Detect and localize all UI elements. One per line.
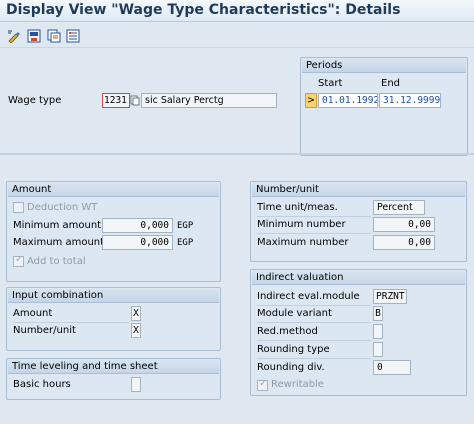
add-to-total-checkbox[interactable] bbox=[13, 254, 24, 267]
period-end-field[interactable]: 31.12.9999 bbox=[379, 93, 441, 108]
minimum-amount-field[interactable]: 0,000 bbox=[102, 218, 173, 233]
periods-title: Periods bbox=[302, 59, 466, 73]
period-row-selector[interactable]: > bbox=[305, 93, 317, 108]
section-divider bbox=[0, 153, 474, 155]
window-title: Display View "Wage Type Characteristics"… bbox=[6, 2, 401, 18]
red-method-field[interactable] bbox=[373, 324, 383, 339]
maximum-amount-label: Maximum amount bbox=[13, 237, 105, 248]
add-to-total-label: Add to total bbox=[27, 256, 86, 267]
basic-hours-field[interactable] bbox=[131, 377, 141, 392]
module-variant-label: Module variant bbox=[257, 308, 332, 319]
minimum-number-label: Minimum number bbox=[257, 219, 346, 230]
title-bar: Display View "Wage Type Characteristics"… bbox=[0, 0, 474, 22]
period-end-label: End bbox=[381, 78, 401, 89]
wage-type-label: Wage type bbox=[8, 95, 62, 106]
time-leveling-title: Time leveling and time sheet bbox=[8, 360, 219, 374]
rounding-type-label: Rounding type bbox=[257, 344, 330, 355]
rewritable-checkbox[interactable] bbox=[257, 378, 268, 391]
rounding-type-field[interactable] bbox=[373, 342, 383, 357]
maximum-amount-field[interactable]: 0,000 bbox=[102, 235, 173, 250]
indirect-valuation-title: Indirect valuation bbox=[252, 271, 465, 285]
wage-type-text-field: sic Salary Perctg bbox=[141, 93, 277, 108]
details-icon[interactable] bbox=[66, 29, 80, 43]
basic-hours-label: Basic hours bbox=[13, 379, 71, 390]
indirect-eval-module-field[interactable]: PRZNT bbox=[373, 289, 407, 304]
minimum-amount-currency: EGP bbox=[177, 221, 194, 231]
input-number-unit-label: Number/unit bbox=[13, 325, 76, 336]
number-unit-title: Number/unit bbox=[252, 183, 465, 197]
rounding-div-label: Rounding div. bbox=[257, 362, 325, 373]
maximum-number-label: Maximum number bbox=[257, 237, 349, 248]
indirect-eval-module-label: Indirect eval.module bbox=[257, 291, 360, 302]
input-amount-label: Amount bbox=[13, 308, 53, 319]
amount-title: Amount bbox=[8, 183, 219, 197]
minimum-number-field[interactable]: 0,00 bbox=[373, 217, 435, 232]
copy-icon[interactable] bbox=[47, 29, 61, 43]
red-method-label: Red.method bbox=[257, 326, 318, 337]
period-start-field[interactable]: 01.01.1992 bbox=[318, 93, 378, 108]
deduction-wt-checkbox[interactable] bbox=[13, 202, 24, 213]
application-toolbar bbox=[0, 24, 474, 48]
input-help-icon[interactable] bbox=[130, 95, 140, 106]
maximum-amount-currency: EGP bbox=[177, 238, 194, 248]
time-unit-field[interactable]: Percent bbox=[373, 200, 425, 215]
wage-type-code-field[interactable]: 1231 bbox=[102, 93, 130, 108]
minimum-amount-label: Minimum amount bbox=[13, 220, 102, 231]
input-number-unit-field[interactable]: X bbox=[131, 323, 141, 338]
input-amount-field[interactable]: X bbox=[131, 306, 141, 321]
display-change-icon[interactable] bbox=[7, 29, 21, 44]
module-variant-field[interactable]: B bbox=[373, 306, 383, 321]
deduction-wt-label: Deduction WT bbox=[27, 202, 98, 213]
rounding-div-field[interactable]: 0 bbox=[373, 360, 411, 375]
input-combination-title: Input combination bbox=[8, 289, 219, 303]
save-icon[interactable] bbox=[27, 29, 41, 43]
period-start-label: Start bbox=[318, 78, 343, 89]
rewritable-label: Rewritable bbox=[271, 379, 325, 390]
time-unit-label: Time unit/meas. bbox=[257, 202, 338, 213]
maximum-number-field[interactable]: 0,00 bbox=[373, 235, 435, 250]
